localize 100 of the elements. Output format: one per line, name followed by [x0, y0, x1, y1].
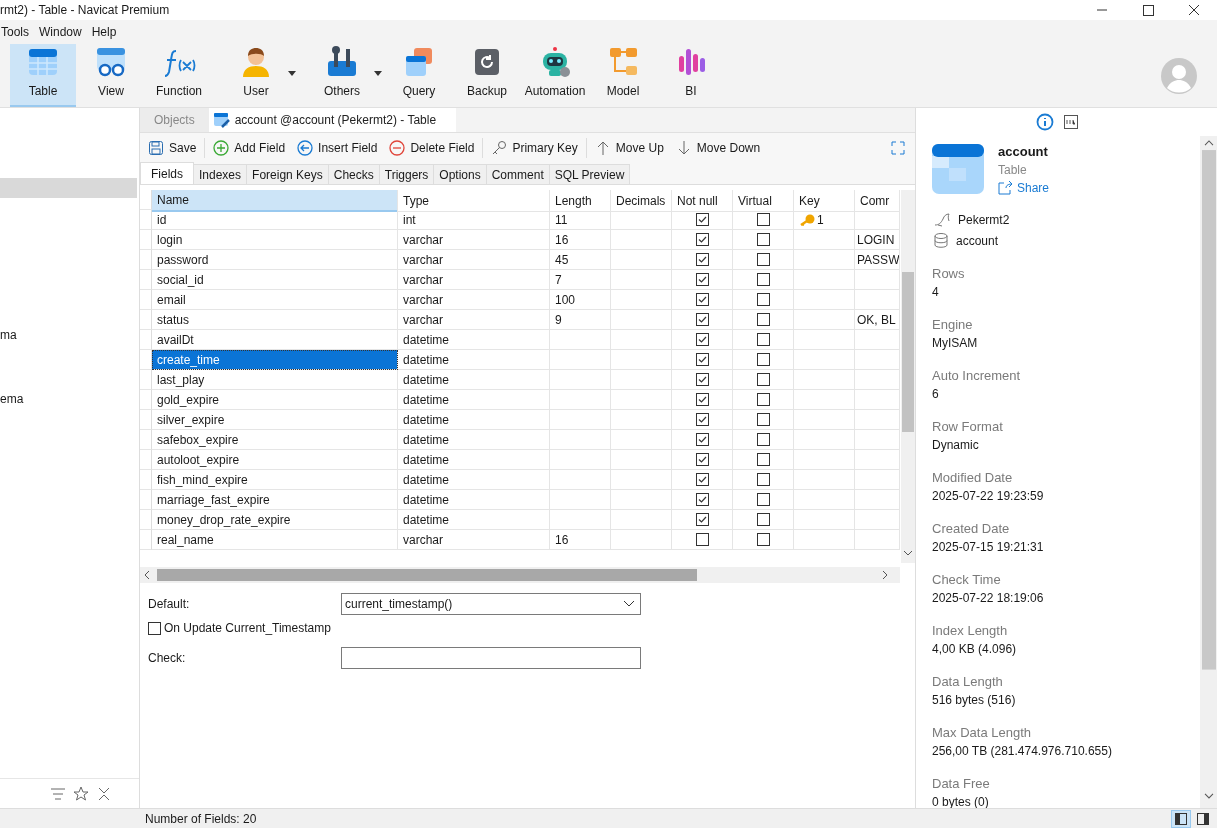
checkbox[interactable] [695, 433, 709, 446]
table-cell: gold_expire [152, 390, 398, 410]
column-header[interactable]: Name [152, 190, 398, 212]
column-header[interactable]: Key [794, 190, 855, 212]
toolbar-action[interactable]: Add Field [209, 140, 290, 156]
checkbox[interactable] [695, 353, 709, 366]
column-header[interactable]: Decimals [611, 190, 672, 212]
design-tab[interactable]: Checks [327, 164, 380, 184]
checkbox[interactable] [756, 393, 770, 406]
design-tab[interactable]: Indexes [193, 164, 248, 184]
toolbar-button[interactable]: Automation [522, 44, 588, 107]
checkbox[interactable] [756, 333, 770, 346]
toolbar-action[interactable]: Insert Field [293, 140, 382, 156]
checkbox[interactable] [695, 473, 709, 486]
design-tab[interactable]: Fields [140, 162, 194, 184]
checkbox[interactable] [695, 493, 709, 506]
checkbox[interactable] [695, 513, 709, 526]
table-cell: fish_mind_expire [152, 470, 398, 490]
checkbox[interactable] [756, 533, 770, 546]
design-tab[interactable]: SQL Preview [548, 164, 631, 184]
checkbox[interactable] [756, 313, 770, 326]
vertical-scrollbar[interactable] [1200, 136, 1217, 808]
checkbox[interactable] [756, 233, 770, 246]
caret-icon[interactable] [288, 71, 296, 77]
toolbar-button[interactable]: User [214, 44, 298, 107]
layout-toggle[interactable] [1171, 809, 1191, 828]
column-header[interactable]: Comr [855, 190, 900, 212]
checkbox[interactable] [756, 473, 770, 486]
default-dropdown[interactable]: current_timestamp() [341, 593, 641, 615]
toolbar-action[interactable]: Move Down [671, 140, 765, 156]
sidebar-item[interactable]: ma [0, 328, 17, 342]
object-name: account [998, 144, 1049, 159]
toolbar-button[interactable]: Others [300, 44, 384, 107]
checkbox[interactable] [756, 253, 770, 266]
checkbox[interactable] [695, 293, 709, 306]
checkbox[interactable] [756, 413, 770, 426]
column-header[interactable]: Not null [672, 190, 733, 212]
design-tab[interactable]: Comment [485, 164, 550, 184]
checkbox[interactable] [695, 453, 709, 466]
checkbox[interactable] [695, 213, 709, 226]
design-tab[interactable]: Foreign Keys [246, 164, 329, 184]
arrow-left-circle-icon [297, 140, 314, 156]
toolbar-button[interactable]: Function [146, 44, 212, 107]
checkbox[interactable] [695, 333, 709, 346]
horizontal-scrollbar[interactable] [140, 567, 900, 583]
caret-icon[interactable] [374, 71, 382, 77]
check-input[interactable] [341, 647, 641, 669]
toolbar-action[interactable]: Delete Field [385, 140, 479, 156]
info-icon[interactable] [1035, 113, 1054, 131]
design-tab[interactable]: Triggers [378, 164, 435, 184]
checkbox[interactable] [695, 253, 709, 266]
checkbox[interactable] [695, 233, 709, 246]
checkbox[interactable] [756, 493, 770, 506]
table-cell [855, 470, 900, 490]
checkbox[interactable] [756, 433, 770, 446]
checkbox[interactable] [148, 621, 161, 635]
toolbar-action[interactable]: Move Up [590, 140, 668, 156]
toolbar-button[interactable]: BI [658, 44, 724, 107]
column-header[interactable]: Type [398, 190, 550, 212]
table-cell: varchar [398, 530, 550, 550]
checkbox[interactable] [756, 273, 770, 286]
ddl-icon[interactable] [1063, 115, 1078, 129]
checkbox[interactable] [756, 453, 770, 466]
column-header[interactable]: Length [550, 190, 611, 212]
checkbox[interactable] [695, 373, 709, 386]
menu-item[interactable]: Tools [1, 25, 36, 39]
table-cell: 9 [550, 310, 611, 330]
toolbar-button[interactable]: Backup [454, 44, 520, 107]
checkbox[interactable] [695, 273, 709, 286]
share-link[interactable]: Share [998, 181, 1050, 195]
checkbox[interactable] [756, 373, 770, 386]
toolbar-action[interactable]: Primary Key [487, 140, 582, 156]
checkbox[interactable] [695, 393, 709, 406]
menu-item[interactable]: Window [36, 25, 89, 39]
checkbox[interactable] [756, 353, 770, 366]
table-cell: password [152, 250, 398, 270]
document-tab[interactable]: account @account (Pekermt2) - Table [208, 108, 457, 132]
design-tab[interactable]: Options [433, 164, 487, 184]
checkbox[interactable] [756, 513, 770, 526]
checkbox[interactable] [695, 413, 709, 426]
table-cell: datetime [398, 430, 550, 450]
checkbox[interactable] [756, 213, 770, 226]
star-icon[interactable] [73, 786, 89, 801]
checkbox[interactable] [756, 293, 770, 306]
column-header[interactable]: Virtual [733, 190, 794, 212]
toolbar-button[interactable]: Model [590, 44, 656, 107]
menu-item[interactable]: Help [88, 25, 124, 39]
object-type: Table [998, 163, 1028, 177]
collapse-icon[interactable] [97, 786, 111, 801]
toolbar-button[interactable]: Query [386, 44, 452, 107]
checkbox[interactable] [695, 533, 709, 546]
checkbox[interactable] [695, 313, 709, 326]
table-cell: datetime [398, 370, 550, 390]
toolbar-button[interactable]: View [78, 44, 144, 107]
table-cell [855, 290, 900, 310]
property-value: 2025-07-15 19:21:31 [932, 540, 1044, 554]
toolbar-button[interactable]: Table [10, 44, 76, 107]
sidebar-item[interactable]: ema [0, 392, 24, 406]
toolbar-action[interactable]: Save [144, 140, 201, 156]
vertical-scrollbar[interactable] [901, 190, 915, 563]
